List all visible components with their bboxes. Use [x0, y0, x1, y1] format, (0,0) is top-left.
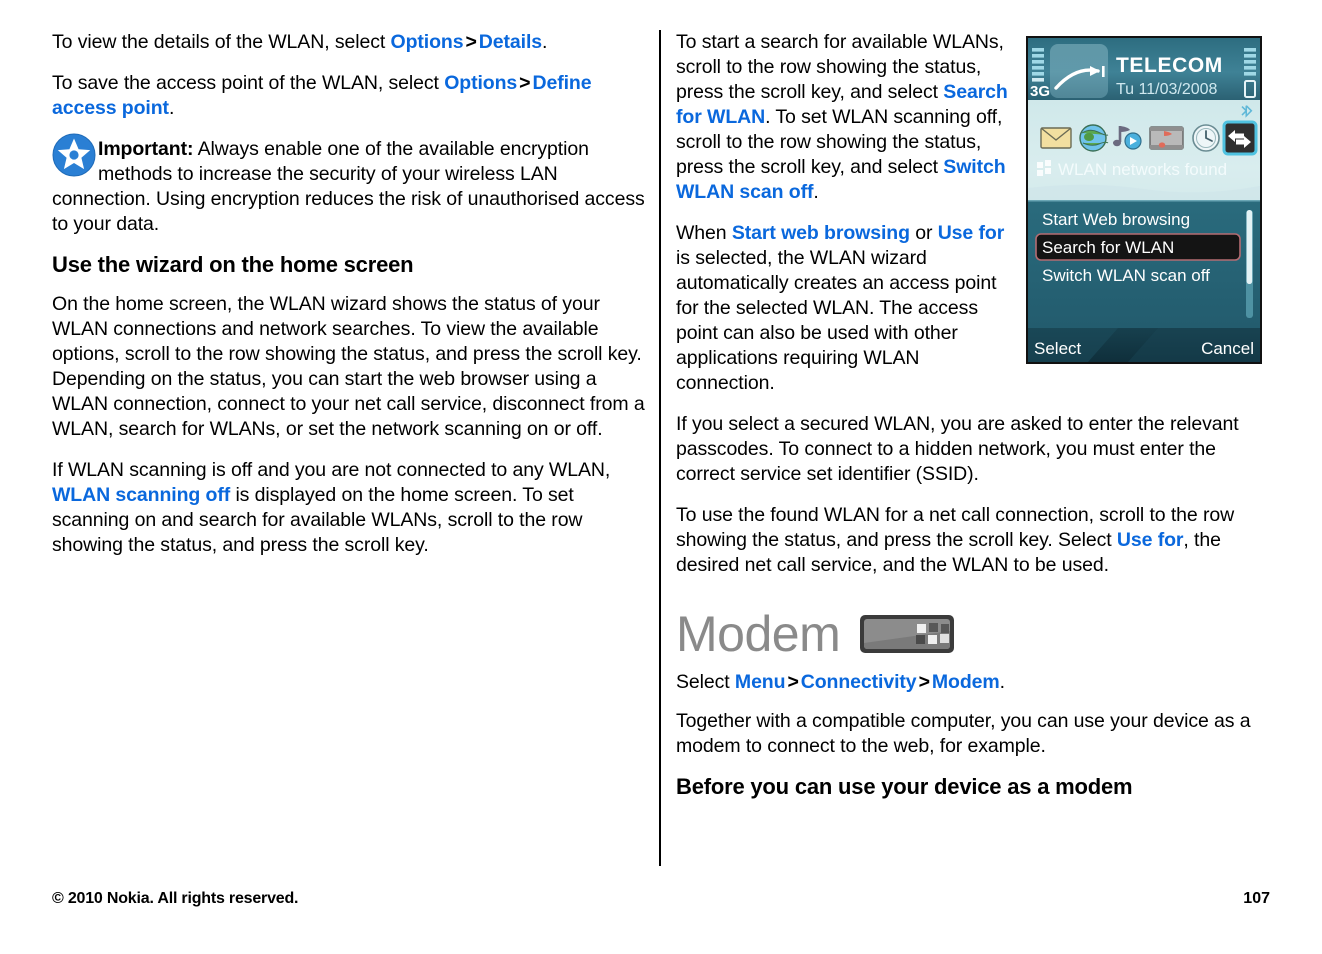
text-run: or	[909, 222, 938, 244]
text-run: Select	[676, 671, 735, 693]
paragraph-save-access-point: To save the access point of the WLAN, se…	[52, 71, 648, 121]
right-top-narrow-block: To start a search for available WLANs, s…	[676, 30, 1016, 396]
wlan-status-row[interactable]: WLAN networks found	[1037, 160, 1227, 179]
modem-section-heading: Modem	[676, 608, 1276, 660]
link-wlan-scanning-off[interactable]: WLAN scanning off	[52, 484, 230, 506]
text-run: .	[168, 97, 175, 119]
softkey-left-select[interactable]: Select	[1034, 339, 1082, 358]
text-run: If WLAN scanning is off and you are not …	[52, 459, 611, 481]
menu-item-start-web-browsing[interactable]: Start Web browsing	[1042, 210, 1190, 229]
important-note-text: Important: Always enable one of the avai…	[52, 137, 648, 237]
separator-gt: >	[519, 72, 531, 94]
phone-screenshot-figure: 3G TELECOM Tu 11/03/2008 WLAN networks f…	[1026, 36, 1262, 364]
messaging-envelope-icon[interactable]	[1040, 127, 1072, 149]
separator-gt: >	[918, 671, 930, 693]
link-modem[interactable]: Modem	[932, 671, 1000, 693]
text-run: When	[676, 222, 732, 244]
network-label: 3G	[1030, 83, 1050, 100]
menu-item-switch-wlan-scan-off[interactable]: Switch WLAN scan off	[1042, 266, 1210, 285]
important-label: Important:	[98, 138, 194, 160]
text-run: To save the access point of the WLAN, se…	[52, 72, 445, 94]
link-options[interactable]: Options	[391, 31, 464, 53]
footer-page-number: 107	[1243, 890, 1270, 907]
text-run: is selected, the WLAN wizard automatical…	[676, 247, 997, 394]
separator-gt: >	[465, 31, 477, 53]
text-run: .	[542, 31, 548, 53]
modem-device-icon	[860, 615, 955, 653]
left-column: To view the details of the WLAN, select …	[52, 30, 648, 574]
softkey-right-cancel[interactable]: Cancel	[1201, 339, 1254, 358]
column-divider	[659, 30, 661, 866]
paragraph-view-details: To view the details of the WLAN, select …	[52, 30, 648, 55]
link-connectivity[interactable]: Connectivity	[801, 671, 917, 693]
important-star-icon	[52, 133, 96, 177]
link-use-for[interactable]: Use for	[1117, 529, 1184, 551]
wlan-status-text: WLAN networks found	[1058, 160, 1227, 179]
status-date: Tu 11/03/2008	[1116, 81, 1218, 98]
menu-item-search-for-wlan[interactable]: Search for WLAN	[1042, 238, 1174, 257]
paragraph-wlan-scanning-off: If WLAN scanning is off and you are not …	[52, 458, 648, 558]
footer-copyright: © 2010 Nokia. All rights reserved.	[52, 890, 299, 907]
text-run: .	[999, 671, 1005, 693]
menu-scrollbar[interactable]	[1246, 210, 1253, 318]
heading-before-you-can-use: Before you can use your device as a mode…	[676, 774, 1133, 799]
link-use-for[interactable]: Use for	[938, 222, 1005, 244]
paragraph-select-modem-path: Select Menu > Connectivity > Modem.	[676, 670, 1276, 695]
paragraph-together-with-computer: Together with a compatible computer, you…	[676, 710, 1251, 757]
paragraph-secured-wlan: If you select a secured WLAN, you are as…	[676, 413, 1239, 485]
modem-heading-text: Modem	[676, 606, 841, 662]
heading-use-the-wizard: Use the wizard on the home screen	[52, 252, 414, 277]
link-start-web-browsing[interactable]: Start web browsing	[732, 222, 910, 244]
phone-screen-svg: 3G TELECOM Tu 11/03/2008 WLAN networks f…	[1028, 38, 1260, 362]
text-run: To view the details of the WLAN, select	[52, 31, 391, 53]
link-options[interactable]: Options	[444, 72, 517, 94]
link-details[interactable]: Details	[479, 31, 542, 53]
paragraph-net-call: To use the found WLAN for a net call con…	[676, 503, 1276, 578]
paragraph-start-search: To start a search for available WLANs, s…	[676, 30, 1016, 205]
link-menu[interactable]: Menu	[735, 671, 786, 693]
paragraph-home-screen: On the home screen, the WLAN wizard show…	[52, 293, 645, 440]
paragraph-wizard-access-point: When Start web browsing or Use for is se…	[676, 221, 1016, 396]
document-page: To view the details of the WLAN, select …	[0, 0, 1322, 954]
operator-name: TELECOM	[1116, 54, 1223, 77]
clock-icon[interactable]	[1192, 124, 1220, 152]
video-gallery-icon[interactable]	[1149, 126, 1184, 150]
separator-gt: >	[787, 671, 799, 693]
connectivity-switch-icon[interactable]	[1222, 120, 1258, 156]
text-run: .	[813, 181, 819, 203]
important-note: Important: Always enable one of the avai…	[52, 133, 648, 237]
